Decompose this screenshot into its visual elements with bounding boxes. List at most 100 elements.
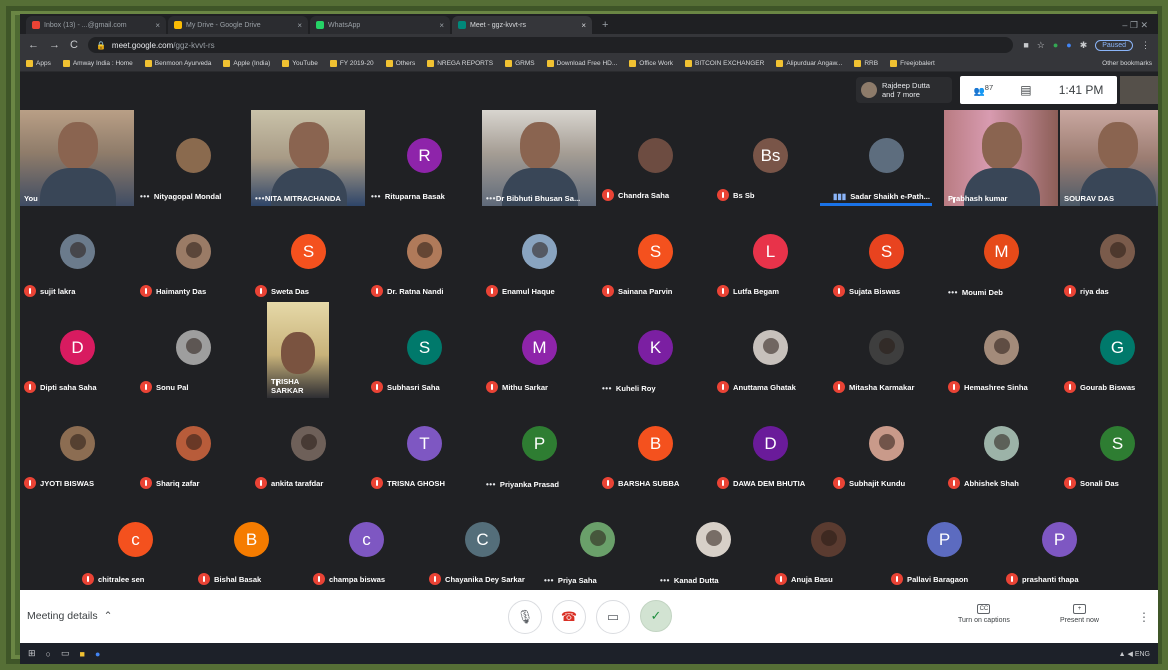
- people-button[interactable]: 👥87: [974, 83, 994, 97]
- participant-tile[interactable]: ••• Priya Saha: [540, 494, 654, 590]
- participant-tile[interactable]: Mitasha Karmakar: [829, 302, 943, 398]
- bookmark-item[interactable]: GRMS: [505, 60, 535, 67]
- participant-tile[interactable]: R ••• Rituparna Basak: [367, 110, 481, 206]
- mic-button[interactable]: 🎙: [508, 600, 542, 634]
- url-input[interactable]: 🔒 meet.google.com/ggz-kvvt-rs: [87, 37, 1014, 53]
- bookmark-item[interactable]: FY 2019-20: [329, 60, 374, 67]
- participant-tile[interactable]: B BARSHA SUBBA: [598, 398, 712, 494]
- participant-tile[interactable]: Dr. Ratna Nandi: [367, 206, 481, 302]
- leave-call-button[interactable]: ☎: [552, 600, 586, 634]
- participant-tile[interactable]: ••• Kanad Dutta: [656, 494, 770, 590]
- participant-video-tile[interactable]: Prabhash kumar: [944, 110, 1058, 206]
- participant-tile[interactable]: D DAWA DEM BHUTIA: [713, 398, 827, 494]
- participant-tile[interactable]: S Sonali Das: [1060, 398, 1158, 494]
- star-icon[interactable]: ☆: [1037, 40, 1045, 51]
- participant-video-tile[interactable]: SOURAV DAS: [1060, 110, 1158, 206]
- bookmark-item[interactable]: BITCOIN EXCHANGER: [685, 60, 764, 67]
- tab-meet[interactable]: Meet - ggz-kvvt-rs ×: [452, 16, 592, 34]
- new-tab-button[interactable]: +: [594, 16, 616, 34]
- participant-tile[interactable]: Shariq zafar: [136, 398, 250, 494]
- tab-whatsapp[interactable]: WhatsApp ×: [310, 16, 450, 34]
- present-now-button[interactable]: + Present now: [1060, 604, 1099, 624]
- participant-tile[interactable]: Abhishek Shah: [944, 398, 1058, 494]
- chrome-icon[interactable]: ●: [95, 649, 100, 659]
- confirm-button[interactable]: ✓: [640, 600, 672, 632]
- search-icon[interactable]: ○: [46, 649, 51, 659]
- menu-icon[interactable]: ⋮: [1141, 40, 1150, 51]
- self-view-thumbnail[interactable]: [1120, 76, 1158, 104]
- bookmark-item[interactable]: Freejobalert: [890, 60, 935, 67]
- participant-tile[interactable]: JYOTI BISWAS: [20, 398, 134, 494]
- bookmark-item[interactable]: Amway India : Home: [62, 60, 133, 67]
- start-icon[interactable]: ⊞: [28, 648, 36, 659]
- participant-tile[interactable]: S Sainana Parvin: [598, 206, 712, 302]
- close-icon[interactable]: ×: [581, 21, 586, 30]
- participant-tile[interactable]: B Bishal Basak: [194, 494, 308, 590]
- other-bookmarks[interactable]: Other bookmarks: [1102, 60, 1152, 67]
- participant-tile[interactable]: K ••• Kuheli Roy: [598, 302, 712, 398]
- participant-tile[interactable]: Haimanty Das: [136, 206, 250, 302]
- participant-tile[interactable]: Anuja Basu: [771, 494, 885, 590]
- participant-video-tile[interactable]: You: [20, 110, 134, 206]
- participant-tile[interactable]: Chandra Saha: [598, 110, 712, 206]
- profile-button[interactable]: Paused: [1095, 39, 1133, 51]
- participant-tile[interactable]: c chitralee sen: [78, 494, 192, 590]
- camera-button[interactable]: ▭: [596, 600, 630, 634]
- participant-tile[interactable]: S Sujata Biswas: [829, 206, 943, 302]
- captions-button[interactable]: CC Turn on captions: [958, 604, 1010, 624]
- participant-tile[interactable]: Anuttama Ghatak: [713, 302, 827, 398]
- participant-tile[interactable]: C Chayanika Dey Sarkar: [425, 494, 539, 590]
- back-icon[interactable]: ←: [28, 39, 39, 51]
- bookmark-item[interactable]: Benmoon Ayurveda: [144, 60, 211, 67]
- chat-icon[interactable]: ▤: [1020, 83, 1031, 97]
- bookmark-item[interactable]: Apps: [26, 60, 51, 67]
- participant-tile[interactable]: G Gourab Biswas: [1060, 302, 1158, 398]
- participant-tile[interactable]: riya das: [1060, 206, 1158, 302]
- meeting-details-button[interactable]: Meeting details ⌃: [27, 610, 112, 622]
- bookmark-item[interactable]: Alipurduar Angaw...: [776, 60, 842, 67]
- participant-tile[interactable]: M ••• Moumi Deb: [944, 206, 1058, 302]
- reload-icon[interactable]: C: [70, 39, 78, 51]
- participant-tile[interactable]: Sonu Pal: [136, 302, 250, 398]
- window-controls[interactable]: – ❐ ✕: [1122, 16, 1158, 34]
- participant-tile[interactable]: M Mithu Sarkar: [482, 302, 596, 398]
- participant-tile[interactable]: D Dipti saha Saha: [20, 302, 134, 398]
- participant-tile[interactable]: Bs Bs Sb: [713, 110, 827, 206]
- participant-tile[interactable]: Hemashree Sinha: [944, 302, 1058, 398]
- extension-icon[interactable]: ●: [1066, 40, 1071, 50]
- participant-video-tile[interactable]: •••Dr Bibhuti Bhusan Sa...: [482, 110, 596, 206]
- participant-tile[interactable]: ▮▮▮ Sadar Shaikh e-Path...: [829, 110, 943, 206]
- bookmark-item[interactable]: Others: [385, 60, 415, 67]
- participant-tile[interactable]: P ••• Priyanka Prasad: [482, 398, 596, 494]
- camera-in-use-icon[interactable]: ■: [1023, 40, 1028, 50]
- participant-tile[interactable]: S Subhasri Saha: [367, 302, 481, 398]
- tab-drive[interactable]: My Drive - Google Drive ×: [168, 16, 308, 34]
- tab-gmail[interactable]: Inbox (13) - ...@gmail.com ×: [26, 16, 166, 34]
- more-options-icon[interactable]: ⋮: [1138, 610, 1150, 624]
- participant-tile[interactable]: sujit lakra: [20, 206, 134, 302]
- presenter-chip[interactable]: Rajdeep Dutta and 7 more: [856, 77, 952, 103]
- participant-video-tile[interactable]: •••NITA MITRACHANDA: [251, 110, 365, 206]
- participant-tile[interactable]: S Sweta Das: [251, 206, 365, 302]
- participant-tile[interactable]: T TRISNA GHOSH: [367, 398, 481, 494]
- participant-tile[interactable]: L Lutfa Begam: [713, 206, 827, 302]
- participant-tile[interactable]: c champa biswas: [309, 494, 423, 590]
- explorer-icon[interactable]: ■: [80, 649, 85, 659]
- bookmark-item[interactable]: Apple (India): [223, 60, 270, 67]
- participant-tile[interactable]: P Pallavi Baragaon: [887, 494, 1001, 590]
- bookmark-item[interactable]: Office Work: [629, 60, 673, 67]
- extension-icon[interactable]: ●: [1053, 40, 1058, 50]
- close-icon[interactable]: ×: [439, 21, 444, 30]
- participant-tile[interactable]: Enamul Haque: [482, 206, 596, 302]
- bookmark-item[interactable]: RRB: [854, 60, 878, 67]
- bookmark-item[interactable]: YouTube: [282, 60, 318, 67]
- participant-video-tile[interactable]: TRISHA SARKAR: [267, 302, 329, 398]
- close-icon[interactable]: ×: [297, 21, 302, 30]
- participant-tile[interactable]: ankita tarafdar: [251, 398, 365, 494]
- bookmark-item[interactable]: Download Free HD...: [546, 60, 617, 67]
- taskview-icon[interactable]: ▭: [61, 648, 70, 659]
- bookmark-item[interactable]: NREGA REPORTS: [427, 60, 493, 67]
- forward-icon[interactable]: →: [49, 39, 60, 51]
- participant-tile[interactable]: Pprashanti thapa: [1002, 494, 1116, 590]
- close-icon[interactable]: ×: [155, 21, 160, 30]
